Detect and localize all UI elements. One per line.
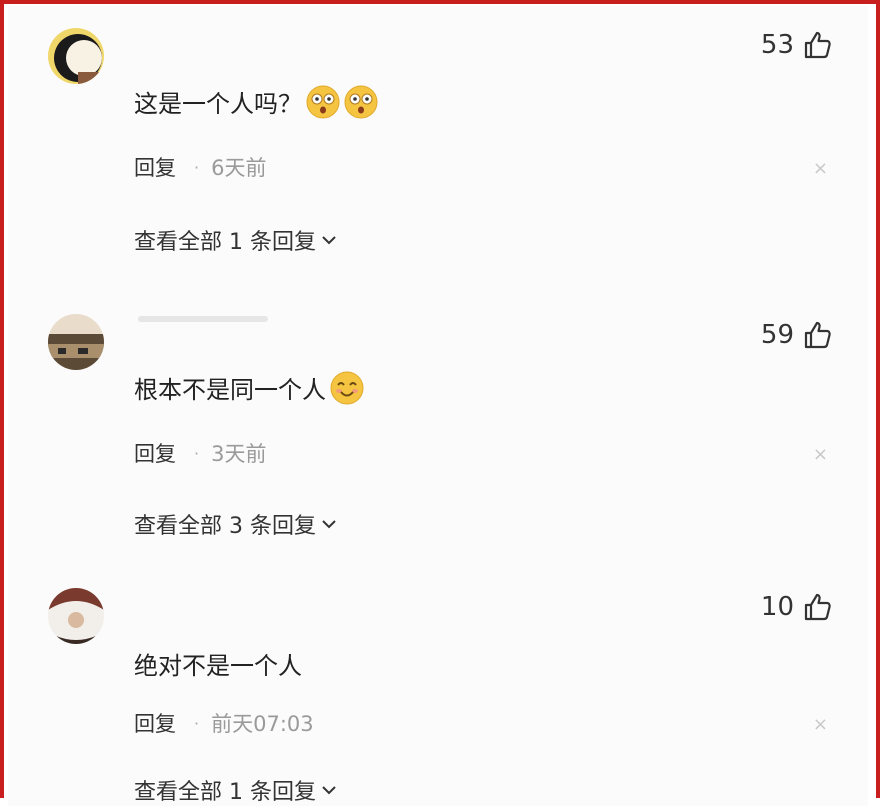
reply-button[interactable]: 回复 [134,438,176,468]
comment-list: 53 这是一个人吗？ 回复 · 6天前 × 查看全部 1 条回复 59 根本不是… [8,6,868,806]
shocked-face-emoji [306,85,340,118]
close-icon[interactable]: × [813,444,828,465]
close-icon[interactable]: × [813,158,828,179]
avatar[interactable] [48,314,104,370]
comment-text: 根本不是同一个人 [134,370,364,405]
comment-time: 6天前 [211,156,267,180]
like-button[interactable]: 53 [761,30,832,60]
comment-meta: 回复 · 6天前 [134,152,266,182]
username-blurred [138,316,268,322]
like-count: 53 [760,30,794,60]
comment-item: 53 这是一个人吗？ 回复 · 6天前 × 查看全部 1 条回复 [8,6,868,296]
like-count: 10 [760,592,794,622]
like-button[interactable]: 10 [761,592,832,622]
separator-dot: · [194,157,200,177]
view-replies-button[interactable]: 查看全部 3 条回复 [134,508,336,540]
chevron-down-icon [322,236,336,245]
shocked-face-emoji [344,85,378,118]
smiling-face-emoji [330,371,364,404]
thumbs-up-icon [804,593,831,621]
thumbs-up-icon [804,31,831,59]
like-count: 59 [760,320,794,350]
reply-button[interactable]: 回复 [134,708,176,738]
chevron-down-icon [322,786,336,795]
reply-button[interactable]: 回复 [134,152,176,182]
separator-dot: · [194,713,200,733]
comment-item: 10 绝对不是一个人 回复 · 前天07:03 × 查看全部 1 条回复 [8,576,868,806]
close-icon[interactable]: × [813,714,828,735]
like-button[interactable]: 59 [761,320,832,350]
chevron-down-icon [322,520,336,529]
view-replies-button[interactable]: 查看全部 1 条回复 [134,774,336,806]
comment-item: 59 根本不是同一个人 回复 · 3天前 × 查看全部 3 条回复 [8,296,868,576]
avatar[interactable] [48,28,104,84]
comment-text: 绝对不是一个人 [134,652,302,680]
avatar[interactable] [48,588,104,644]
comment-meta: 回复 · 前天07:03 [134,708,314,738]
comment-meta: 回复 · 3天前 [134,438,266,468]
comment-time: 3天前 [211,442,267,466]
thumbs-up-icon [804,321,831,349]
comment-text: 这是一个人吗？ [134,84,378,119]
comment-time: 前天07:03 [211,712,314,736]
view-replies-button[interactable]: 查看全部 1 条回复 [134,224,336,256]
separator-dot: · [194,443,200,463]
